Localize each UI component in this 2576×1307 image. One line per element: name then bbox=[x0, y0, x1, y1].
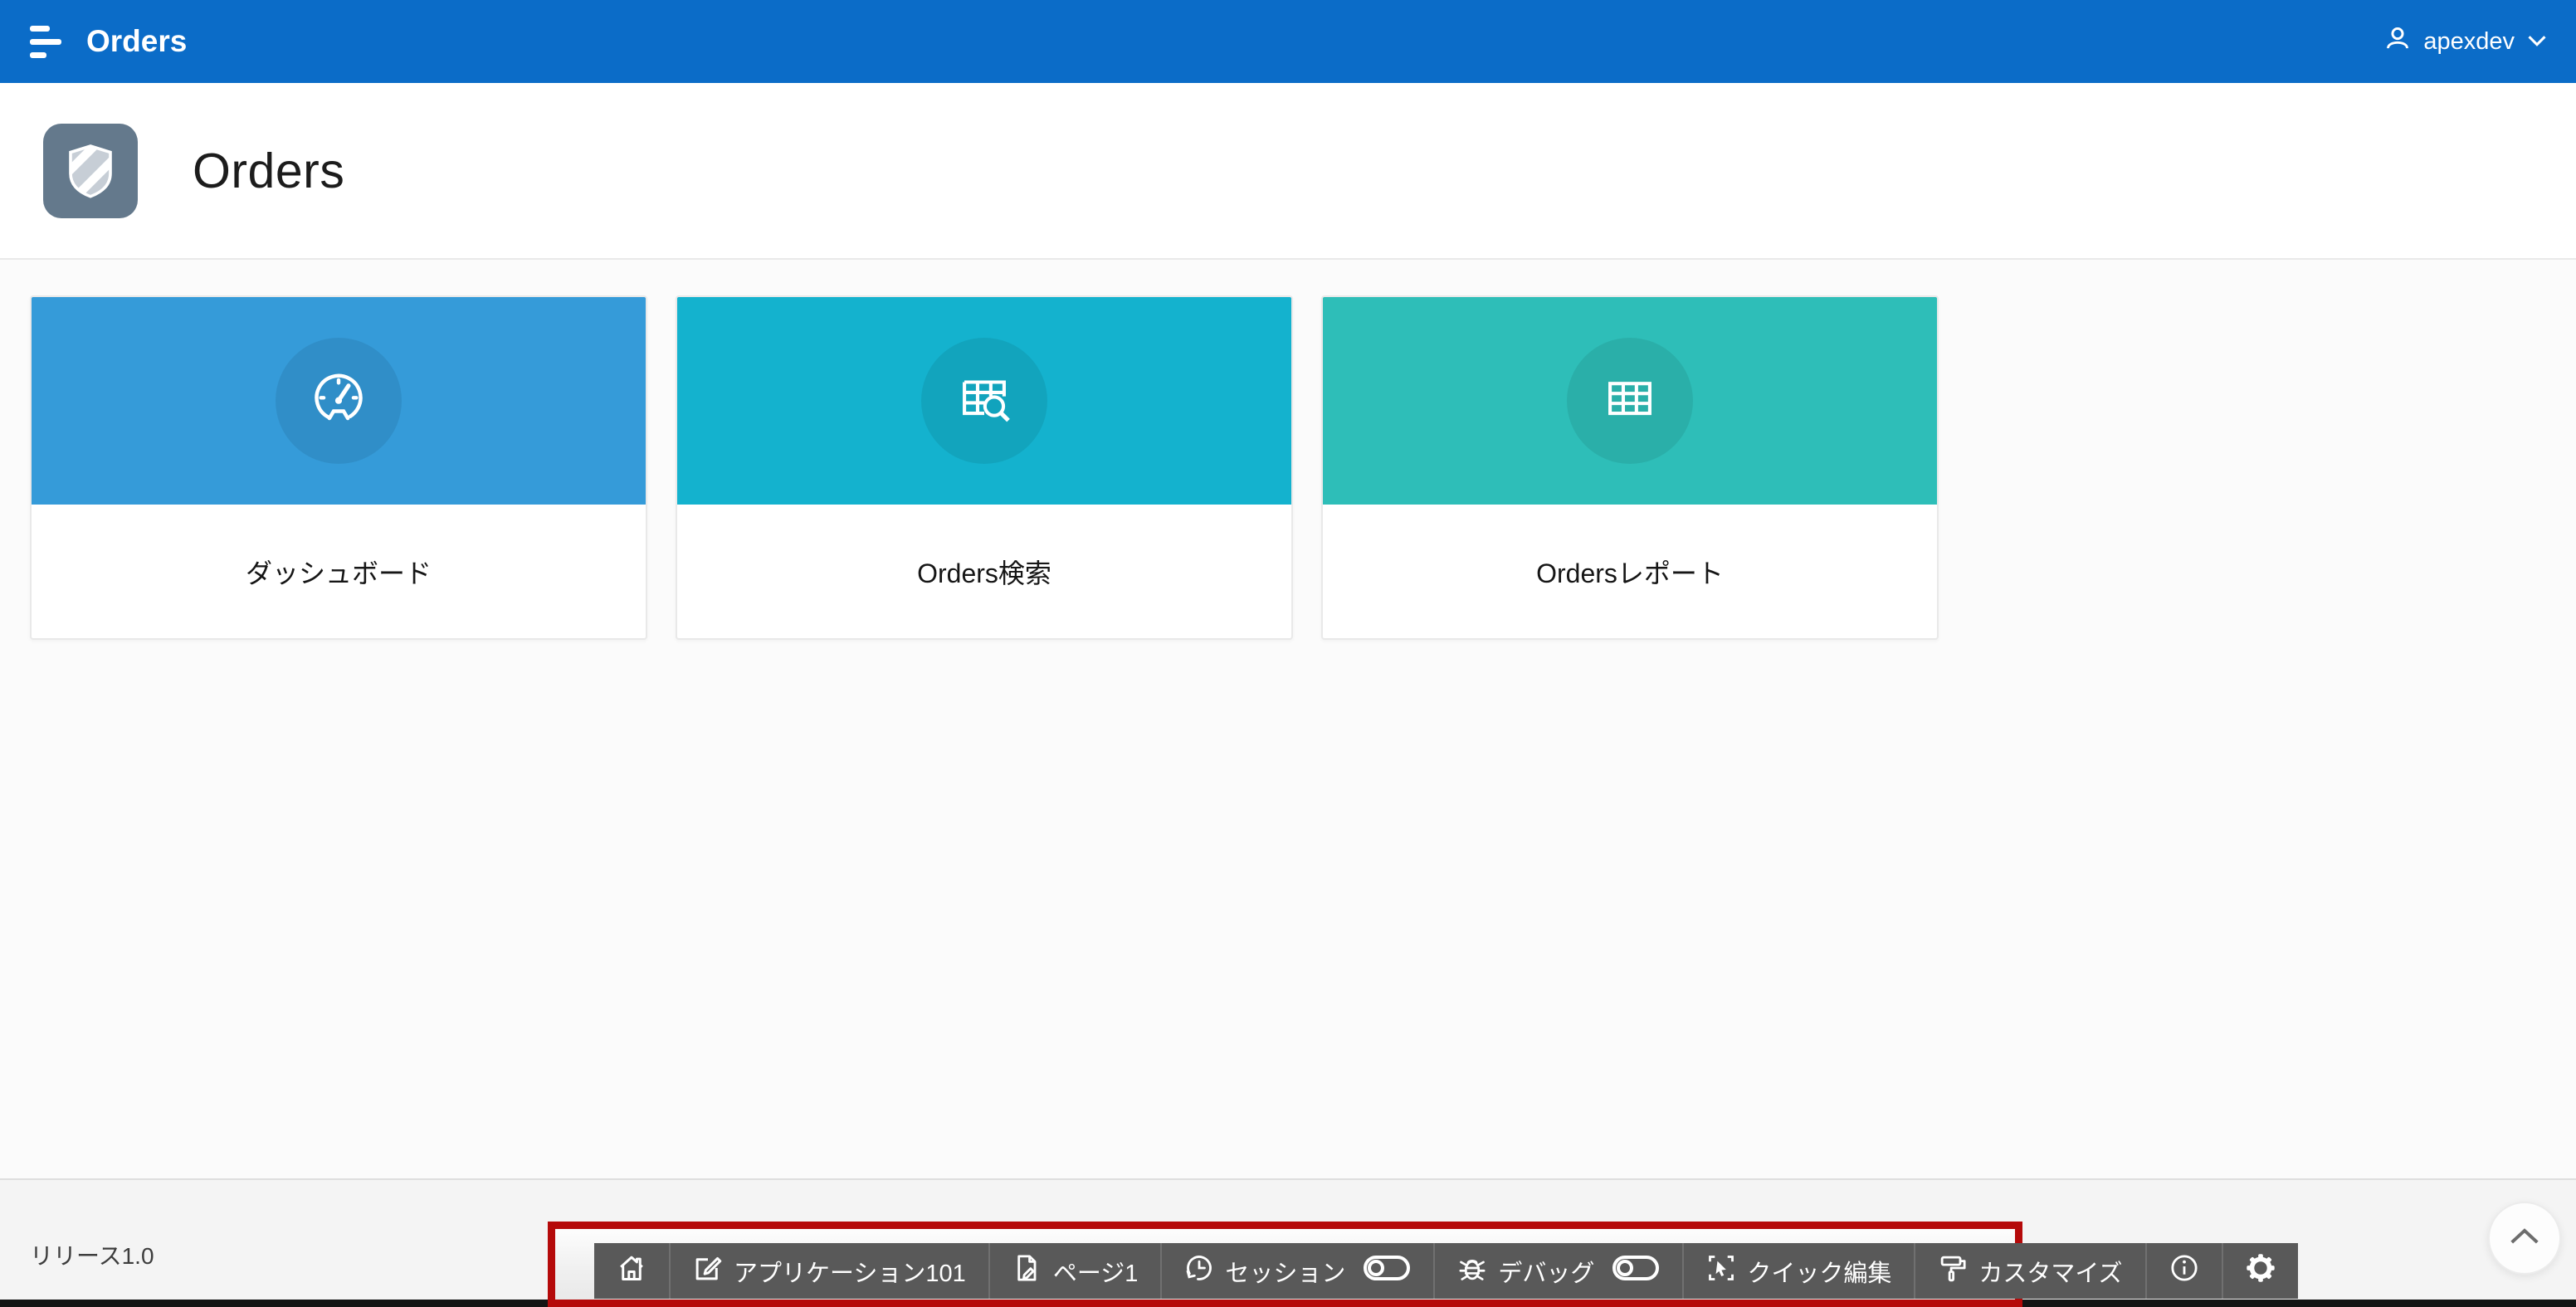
toolbar-application-label: アプリケーション101 bbox=[734, 1254, 966, 1289]
toolbar-debug-label: デバッグ bbox=[1498, 1254, 1594, 1289]
menu-icon[interactable] bbox=[0, 0, 83, 83]
app-header: Orders apexdev bbox=[0, 0, 2576, 83]
toolbar-session-label: セッション bbox=[1225, 1254, 1345, 1289]
page-title: Orders bbox=[193, 143, 344, 199]
person-icon bbox=[2383, 24, 2412, 59]
card-banner bbox=[1323, 297, 1937, 505]
window-title: Orders bbox=[86, 24, 187, 59]
card-orders-report[interactable]: Ordersレポート bbox=[1321, 295, 1939, 640]
card-label: ダッシュボード bbox=[246, 553, 432, 591]
toolbar-session-button[interactable]: セッション bbox=[1162, 1243, 1435, 1299]
toolbar-home-button[interactable] bbox=[594, 1243, 671, 1299]
card-banner bbox=[677, 297, 1291, 505]
card-orders-search[interactable]: Orders検索 bbox=[676, 295, 1293, 640]
gear-icon bbox=[2246, 1253, 2276, 1290]
debug-bug-icon bbox=[1457, 1253, 1487, 1290]
toolbar-info-button[interactable] bbox=[2147, 1243, 2223, 1299]
debug-toggle-off-icon[interactable] bbox=[1612, 1255, 1660, 1288]
toolbar-quick-edit-label: クイック編集 bbox=[1747, 1254, 1891, 1289]
customize-roller-icon bbox=[1938, 1253, 1968, 1290]
toolbar-page-label: ページ1 bbox=[1053, 1254, 1139, 1289]
toolbar-page-button[interactable]: ページ1 bbox=[990, 1243, 1163, 1299]
card-dashboard[interactable]: ダッシュボード bbox=[30, 295, 647, 640]
scroll-to-top-button[interactable] bbox=[2488, 1202, 2561, 1275]
gauge-icon bbox=[305, 365, 373, 437]
card-label: Ordersレポート bbox=[1536, 553, 1724, 591]
toolbar-application-button[interactable]: アプリケーション101 bbox=[671, 1243, 990, 1299]
card-label: Orders検索 bbox=[917, 553, 1051, 591]
session-history-icon bbox=[1184, 1253, 1214, 1290]
chevron-down-icon bbox=[2526, 28, 2548, 56]
navigation-cards: ダッシュボード Orders検索 bbox=[30, 295, 1939, 640]
home-icon bbox=[617, 1253, 646, 1290]
toolbar-settings-button[interactable] bbox=[2223, 1243, 2298, 1299]
edit-page-icon bbox=[1012, 1253, 1042, 1290]
card-banner bbox=[32, 297, 646, 505]
edit-application-icon bbox=[693, 1253, 723, 1290]
table-search-icon bbox=[950, 365, 1018, 437]
app-shield-icon bbox=[43, 124, 138, 218]
table-icon bbox=[1596, 365, 1664, 437]
release-version: リリース1.0 bbox=[30, 1238, 154, 1271]
toolbar-debug-button[interactable]: デバッグ bbox=[1435, 1243, 1684, 1299]
quick-edit-cursor-icon bbox=[1706, 1253, 1736, 1290]
chevron-up-icon bbox=[2508, 1226, 2541, 1251]
toolbar-customize-label: カスタマイズ bbox=[1978, 1254, 2122, 1289]
info-icon bbox=[2169, 1253, 2199, 1290]
page-header: Orders bbox=[0, 83, 2576, 260]
user-name: apexdev bbox=[2423, 28, 2515, 56]
user-menu[interactable]: apexdev bbox=[2383, 24, 2576, 59]
session-toggle-off-icon[interactable] bbox=[1363, 1255, 1411, 1288]
developer-toolbar: アプリケーション101 ページ1 セッション bbox=[594, 1243, 2298, 1299]
toolbar-quick-edit-button[interactable]: クイック編集 bbox=[1684, 1243, 1915, 1299]
toolbar-customize-button[interactable]: カスタマイズ bbox=[1915, 1243, 2146, 1299]
